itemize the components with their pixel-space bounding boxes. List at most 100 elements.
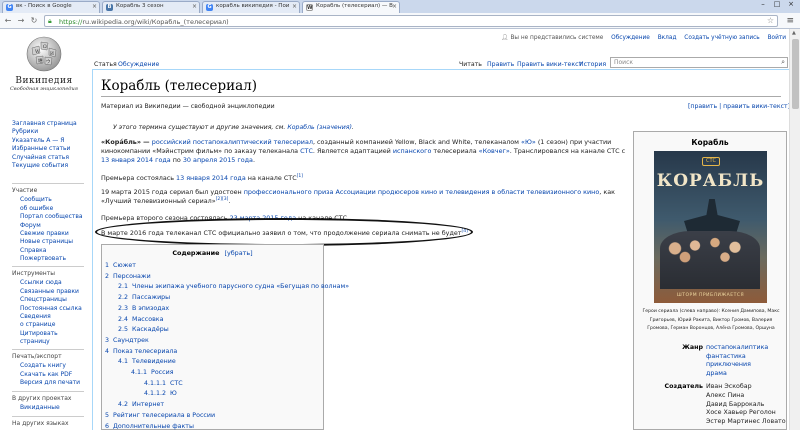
toc-item[interactable]: 5 Рейтинг телесериала в России <box>105 412 215 419</box>
sidebar-item-create-book[interactable]: Создать книгу <box>12 362 92 370</box>
date-link[interactable]: 13 января 2014 года <box>176 174 246 182</box>
sidebar-heading: Печать/экспорт <box>12 353 62 360</box>
sidebar-item-special-pages[interactable]: Спецстраницы <box>12 296 92 304</box>
toc-item[interactable]: 2.5 Каскадёры <box>118 326 169 333</box>
reload-icon[interactable]: ↻ <box>29 16 39 26</box>
toc-item[interactable]: 3 Саундтрек <box>105 337 149 344</box>
sidebar-item-printable[interactable]: Версия для печати <box>12 379 92 387</box>
maximize-icon[interactable]: □ <box>770 0 784 9</box>
sidebar-item-categories[interactable]: Рубрики <box>12 128 92 136</box>
scroll-up-icon[interactable]: ▲ <box>792 30 796 36</box>
back-icon[interactable]: ← <box>3 16 13 26</box>
sidebar-item-index[interactable]: Указатель А — Я <box>12 137 92 145</box>
browser-tab-0[interactable]: G вк - Поиск в Google × <box>2 1 100 13</box>
page-scrollbar[interactable]: ▲ <box>789 29 800 430</box>
create-account-link[interactable]: Создать учётную запись <box>684 35 759 41</box>
sidebar-item-wikidata[interactable]: Викиданные <box>12 404 92 412</box>
kovcheg-link[interactable]: «Ковчег» <box>479 147 510 155</box>
sidebar-item-donate[interactable]: Пожертвовать <box>12 255 92 263</box>
hand-drawn-ellipse <box>95 218 473 246</box>
hatnote-link[interactable]: Корабль (значения) <box>287 124 352 131</box>
toc-item[interactable]: 6 Дополнительные факты <box>105 423 194 430</box>
browser-tab-2[interactable]: G корабль википедия - Пои × <box>202 1 300 13</box>
sidebar-projects: В других проектах Викиданные <box>12 389 92 413</box>
sidebar-item-help[interactable]: Справка <box>12 247 92 255</box>
sidebar-item-download-pdf[interactable]: Скачать как PDF <box>12 371 92 379</box>
toc-item[interactable]: 4.2 Интернет <box>118 401 164 408</box>
infobox: Корабль СТС КОРАБЛЬ ШТОРМ ПРИБЛИЖАЕТСЯ Г… <box>633 131 787 430</box>
sidebar-item-forum[interactable]: Форум <box>12 222 92 230</box>
wikipedia-logo[interactable]: W Ω И 維 ウ Википедия Свободная энциклопед… <box>6 34 82 104</box>
sidebar-item-report-error-2[interactable]: об ошибке <box>12 205 92 213</box>
sidebar-item-main-page[interactable]: Заглавная страница <box>12 120 92 128</box>
toc-item[interactable]: 4.1.1.1 СТС <box>144 380 183 387</box>
toc-item[interactable]: 2.1 Члены экипажа учебного парусного судн… <box>118 283 349 290</box>
toc-item[interactable]: 4.1.1.2 Ю <box>144 390 177 397</box>
browser-tab-3[interactable]: W Корабль (телесериал) — В × <box>302 1 400 13</box>
toc-item[interactable]: 4 Показ телесериала <box>105 348 177 355</box>
edit-section-links[interactable]: [править | править вики-текст] <box>688 103 790 110</box>
award-link[interactable]: профессионального приза Ассоциации продю… <box>244 188 600 196</box>
close-icon[interactable]: × <box>192 3 197 10</box>
reference-link[interactable]: [1] <box>297 174 303 179</box>
browser-tab-1[interactable]: B Корабль 3 сезон × <box>102 1 200 13</box>
sidebar-item-new-pages[interactable]: Новые страницы <box>12 238 92 246</box>
toc-item[interactable]: 4.1.1 Россия <box>131 369 174 376</box>
toc-item[interactable]: 2.2 Пассажиры <box>118 294 170 301</box>
date-link[interactable]: 13 января 2014 года <box>101 156 171 164</box>
minimize-icon[interactable]: – <box>756 0 770 9</box>
forward-icon[interactable]: → <box>16 16 26 26</box>
sidebar-item-cite[interactable]: Цитировать <box>12 330 92 338</box>
sidebar-item-what-links-here[interactable]: Ссылки сюда <box>12 279 92 287</box>
toc-item[interactable]: 2.4 Массовка <box>118 316 163 323</box>
toc-item[interactable]: 1 Сюжет <box>105 262 136 269</box>
close-icon[interactable]: × <box>92 3 97 10</box>
close-icon[interactable]: × <box>292 3 297 10</box>
lock-icon: 🔒︎ <box>48 17 52 25</box>
channel-yu-link[interactable]: «Ю» <box>521 138 536 146</box>
window-close-icon[interactable]: × <box>784 0 798 9</box>
sidebar-tools: Инструменты Ссылки сюда Связанные правки… <box>12 264 92 347</box>
sidebar-item-report-error[interactable]: Сообщить <box>12 196 92 204</box>
sidebar-item-page-info[interactable]: Сведения <box>12 313 92 321</box>
wikipedia-globe-icon: W Ω И 維 ウ <box>26 36 62 72</box>
sidebar-item-recent-changes[interactable]: Свежие правки <box>12 230 92 238</box>
sidebar-item-featured[interactable]: Избранные статьи <box>12 145 92 153</box>
site-sub: Материал из Википедии — свободной энцикл… <box>101 103 275 110</box>
toc-item[interactable]: 2.3 В эпизодах <box>118 305 169 312</box>
logo-subtitle: Свободная энциклопедия <box>9 86 78 92</box>
toc-item[interactable]: 4.1 Телевидение <box>118 358 176 365</box>
address-bar[interactable]: 🔒︎ https://ru.wikipedia.org/wiki/Корабль… <box>44 15 778 27</box>
bookmark-star-icon[interactable]: ☆ <box>767 16 774 25</box>
sidebar-item-related-changes[interactable]: Связанные правки <box>12 288 92 296</box>
spanish-link[interactable]: испанского <box>393 147 432 155</box>
genre-link[interactable]: российский постапокалиптический телесери… <box>152 138 313 146</box>
close-icon[interactable]: × <box>392 3 397 10</box>
sidebar-item-current-events[interactable]: Текущие события <box>12 162 92 170</box>
reference-link[interactable]: [2][3] <box>216 197 229 202</box>
sidebar-heading: Участие <box>12 187 38 194</box>
date-link[interactable]: 30 апреля 2015 года <box>183 156 253 164</box>
toc-item[interactable]: 2 Персонажи <box>105 273 151 280</box>
browser-menu-icon[interactable]: ≡ <box>786 16 794 26</box>
personal-contributions-link[interactable]: Вклад <box>658 35 677 41</box>
sidebar-languages: На других языках <box>12 414 92 429</box>
search-input[interactable]: Поиск ⌕ <box>610 57 788 68</box>
scrollbar-thumb[interactable] <box>792 39 799 109</box>
sidebar-item-page-info-2[interactable]: о странице <box>12 321 92 329</box>
table-of-contents: Содержание [убрать] 1 Сюжет 2 Персонажи 2.1 Ч… <box>101 244 349 430</box>
toc-title: Содержание [убрать] <box>172 249 253 257</box>
channel-sts-link[interactable]: СТС <box>300 147 313 155</box>
toc-toggle[interactable]: [убрать] <box>224 249 252 257</box>
title-divider <box>101 96 781 97</box>
sidebar-item-cite-2[interactable]: страницу <box>12 338 92 346</box>
sidebar-item-random[interactable]: Случайная статья <box>12 154 92 162</box>
search-icon[interactable]: ⌕ <box>781 58 785 67</box>
sidebar-item-community-portal[interactable]: Портал сообщества <box>12 213 92 221</box>
poster-cast <box>660 231 760 289</box>
login-link[interactable]: Войти <box>768 35 786 41</box>
sidebar-item-permalink[interactable]: Постоянная ссылка <box>12 305 92 313</box>
poster-image[interactable]: СТС КОРАБЛЬ ШТОРМ ПРИБЛИЖАЕТСЯ <box>654 151 767 303</box>
sidebar-heading: Инструменты <box>12 270 55 277</box>
personal-discussion-link[interactable]: Обсуждение <box>611 35 650 41</box>
